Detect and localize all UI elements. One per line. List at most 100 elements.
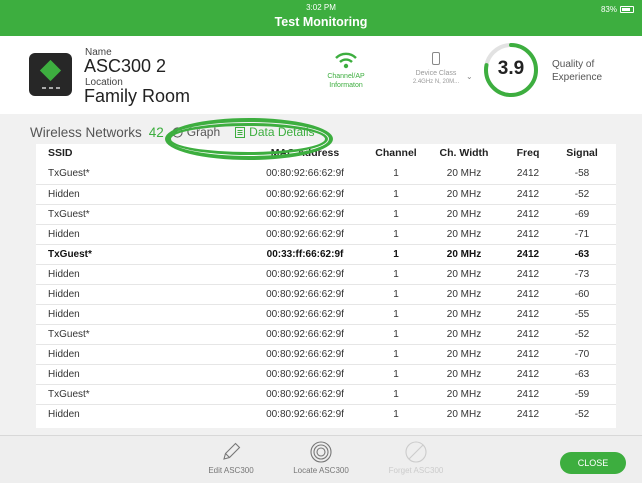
qoe-score: 3.9 <box>497 58 525 79</box>
cell-channel: 1 <box>393 409 399 420</box>
cell-ssid: Hidden <box>48 409 80 420</box>
cell-ssid: TxGuest* <box>48 389 90 400</box>
table-row[interactable]: TxGuest* 00:80:92:66:62:9f 1 20 MHz 2412 -69 <box>36 204 616 224</box>
bottom-action-bar: Edit ASC300 Locate ASC300 Forget ASC300 … <box>0 435 642 483</box>
qoe-label-line1: Quality of <box>552 59 595 70</box>
cell-frequency: 2412 <box>516 369 540 380</box>
cell-ssid: Hidden <box>48 309 80 320</box>
tab-graph[interactable]: Graph <box>172 125 220 139</box>
table-row[interactable]: Hidden 00:80:92:66:62:9f 1 20 MHz 2412 -73 <box>36 264 616 284</box>
battery-icon <box>620 6 634 13</box>
cell-mac-address: 00:80:92:66:62:9f <box>266 389 344 400</box>
cell-frequency: 2412 <box>516 229 540 240</box>
tab-data-details[interactable]: Data Details <box>235 125 315 139</box>
forget-asc300-button[interactable]: Forget ASC300 <box>371 440 461 475</box>
cell-channel-width: 20 MHz <box>446 189 482 200</box>
table-row[interactable]: Hidden 00:80:92:66:62:9f 1 20 MHz 2412 -55 <box>36 304 616 324</box>
cell-channel: 1 <box>393 229 399 240</box>
cell-channel: 1 <box>393 249 399 260</box>
cell-ssid: TxGuest* <box>48 209 90 220</box>
cell-channel-width: 20 MHz <box>446 349 482 360</box>
close-button[interactable]: CLOSE <box>560 452 626 474</box>
cell-signal: -60 <box>574 289 590 300</box>
cell-channel-width: 20 MHz <box>446 309 482 320</box>
channel-ap-info-button[interactable]: Channel/AP Informaton <box>312 52 380 90</box>
cell-ssid: Hidden <box>48 189 80 200</box>
table-row[interactable]: Hidden 00:80:92:66:62:9f 1 20 MHz 2412 -71 <box>36 224 616 244</box>
network-count: 42 <box>148 124 164 140</box>
tab-graph-label: Graph <box>186 125 221 139</box>
header-mac-address[interactable]: MAC Address <box>254 147 356 159</box>
header-channel-width[interactable]: Ch. Width <box>432 147 496 159</box>
cell-frequency: 2412 <box>516 249 540 260</box>
header-channel[interactable]: Channel <box>373 147 419 159</box>
chevron-down-icon: ⌄ <box>466 72 473 81</box>
title-bar: 3:02 PM Test Monitoring 83% <box>0 0 642 36</box>
cell-channel-width: 20 MHz <box>446 369 482 380</box>
cell-frequency: 2412 <box>516 209 540 220</box>
wifi-icon <box>335 52 357 69</box>
cell-ssid: Hidden <box>48 369 80 380</box>
cell-frequency: 2412 <box>516 409 540 420</box>
table-row[interactable]: Hidden 00:80:92:66:62:9f 1 20 MHz 2412 -70 <box>36 344 616 364</box>
cell-channel: 1 <box>393 389 399 400</box>
table-row[interactable]: TxGuest* 00:80:92:66:62:9f 1 20 MHz 2412 -59 <box>36 384 616 404</box>
cell-channel: 1 <box>393 189 399 200</box>
list-icon <box>235 126 246 138</box>
cell-channel-width: 20 MHz <box>446 168 482 179</box>
cell-frequency: 2412 <box>516 189 540 200</box>
cell-signal: -69 <box>574 209 590 220</box>
cell-signal: -52 <box>574 189 590 200</box>
cell-channel: 1 <box>393 269 399 280</box>
no-entry-icon <box>405 441 427 463</box>
cell-frequency: 2412 <box>516 289 540 300</box>
cell-channel: 1 <box>393 309 399 320</box>
table-row[interactable]: Hidden 00:80:92:66:62:9f 1 20 MHz 2412 -52 <box>36 404 616 424</box>
device-location: Family Room <box>84 86 191 106</box>
header-ssid[interactable]: SSID <box>48 147 73 159</box>
cell-ssid: TxGuest* <box>48 329 90 340</box>
target-icon <box>310 441 332 463</box>
cell-channel-width: 20 MHz <box>446 409 482 420</box>
header-frequency[interactable]: Freq <box>511 147 545 159</box>
cell-frequency: 2412 <box>516 329 540 340</box>
cell-mac-address: 00:80:92:66:62:9f <box>266 409 344 420</box>
device-class-selector[interactable]: Device Class 2.4GHz N, 20M... ⌄ <box>396 52 476 87</box>
table-row[interactable]: Hidden 00:80:92:66:62:9f 1 20 MHz 2412 -52 <box>36 184 616 204</box>
cell-signal: -55 <box>574 309 590 320</box>
cell-ssid: Hidden <box>48 289 80 300</box>
cell-mac-address: 00:80:92:66:62:9f <box>266 209 344 220</box>
table-row[interactable]: TxGuest* 00:33:ff:66:62:9f 1 20 MHz 2412 -63 <box>36 244 616 264</box>
cell-signal: -58 <box>574 168 590 179</box>
device-logo <box>39 59 62 82</box>
battery-status: 83% <box>601 5 634 14</box>
channel-ap-label: Channel/AP <box>327 73 365 80</box>
networks-table: SSID MAC Address Channel Ch. Width Freq … <box>36 144 616 428</box>
locate-asc300-button[interactable]: Locate ASC300 <box>276 440 366 475</box>
table-row[interactable]: TxGuest* 00:80:92:66:62:9f 1 20 MHz 2412 -52 <box>36 324 616 344</box>
cell-signal: -71 <box>574 229 590 240</box>
header-signal[interactable]: Signal <box>564 147 600 159</box>
device-name: ASC300 2 <box>84 56 167 76</box>
edit-asc300-button[interactable]: Edit ASC300 <box>186 440 276 475</box>
locate-asc300-label: Locate ASC300 <box>293 466 349 475</box>
table-row[interactable]: Hidden 00:80:92:66:62:9f 1 20 MHz 2412 -60 <box>36 284 616 304</box>
table-row[interactable]: TxGuest* 00:80:92:66:62:9f 1 20 MHz 2412 -58 <box>36 164 616 184</box>
graph-icon <box>172 126 183 138</box>
cell-ssid: Hidden <box>48 269 80 280</box>
cell-ssid: TxGuest* <box>48 168 90 179</box>
cell-channel-width: 20 MHz <box>446 209 482 220</box>
cell-mac-address: 00:80:92:66:62:9f <box>266 349 344 360</box>
edit-asc300-label: Edit ASC300 <box>208 466 254 475</box>
cell-frequency: 2412 <box>516 269 540 280</box>
cell-frequency: 2412 <box>516 309 540 320</box>
cell-signal: -59 <box>574 389 590 400</box>
device-class-label: Device Class <box>415 70 457 77</box>
qoe-label-line2: Experience <box>552 72 603 83</box>
cell-channel-width: 20 MHz <box>446 249 482 260</box>
cell-ssid: TxGuest* <box>48 249 92 260</box>
table-row[interactable]: Hidden 00:80:92:66:62:9f 1 20 MHz 2412 -63 <box>36 364 616 384</box>
cell-mac-address: 00:33:ff:66:62:9f <box>266 249 344 260</box>
cell-mac-address: 00:80:92:66:62:9f <box>266 229 344 240</box>
device-leds <box>39 87 63 90</box>
